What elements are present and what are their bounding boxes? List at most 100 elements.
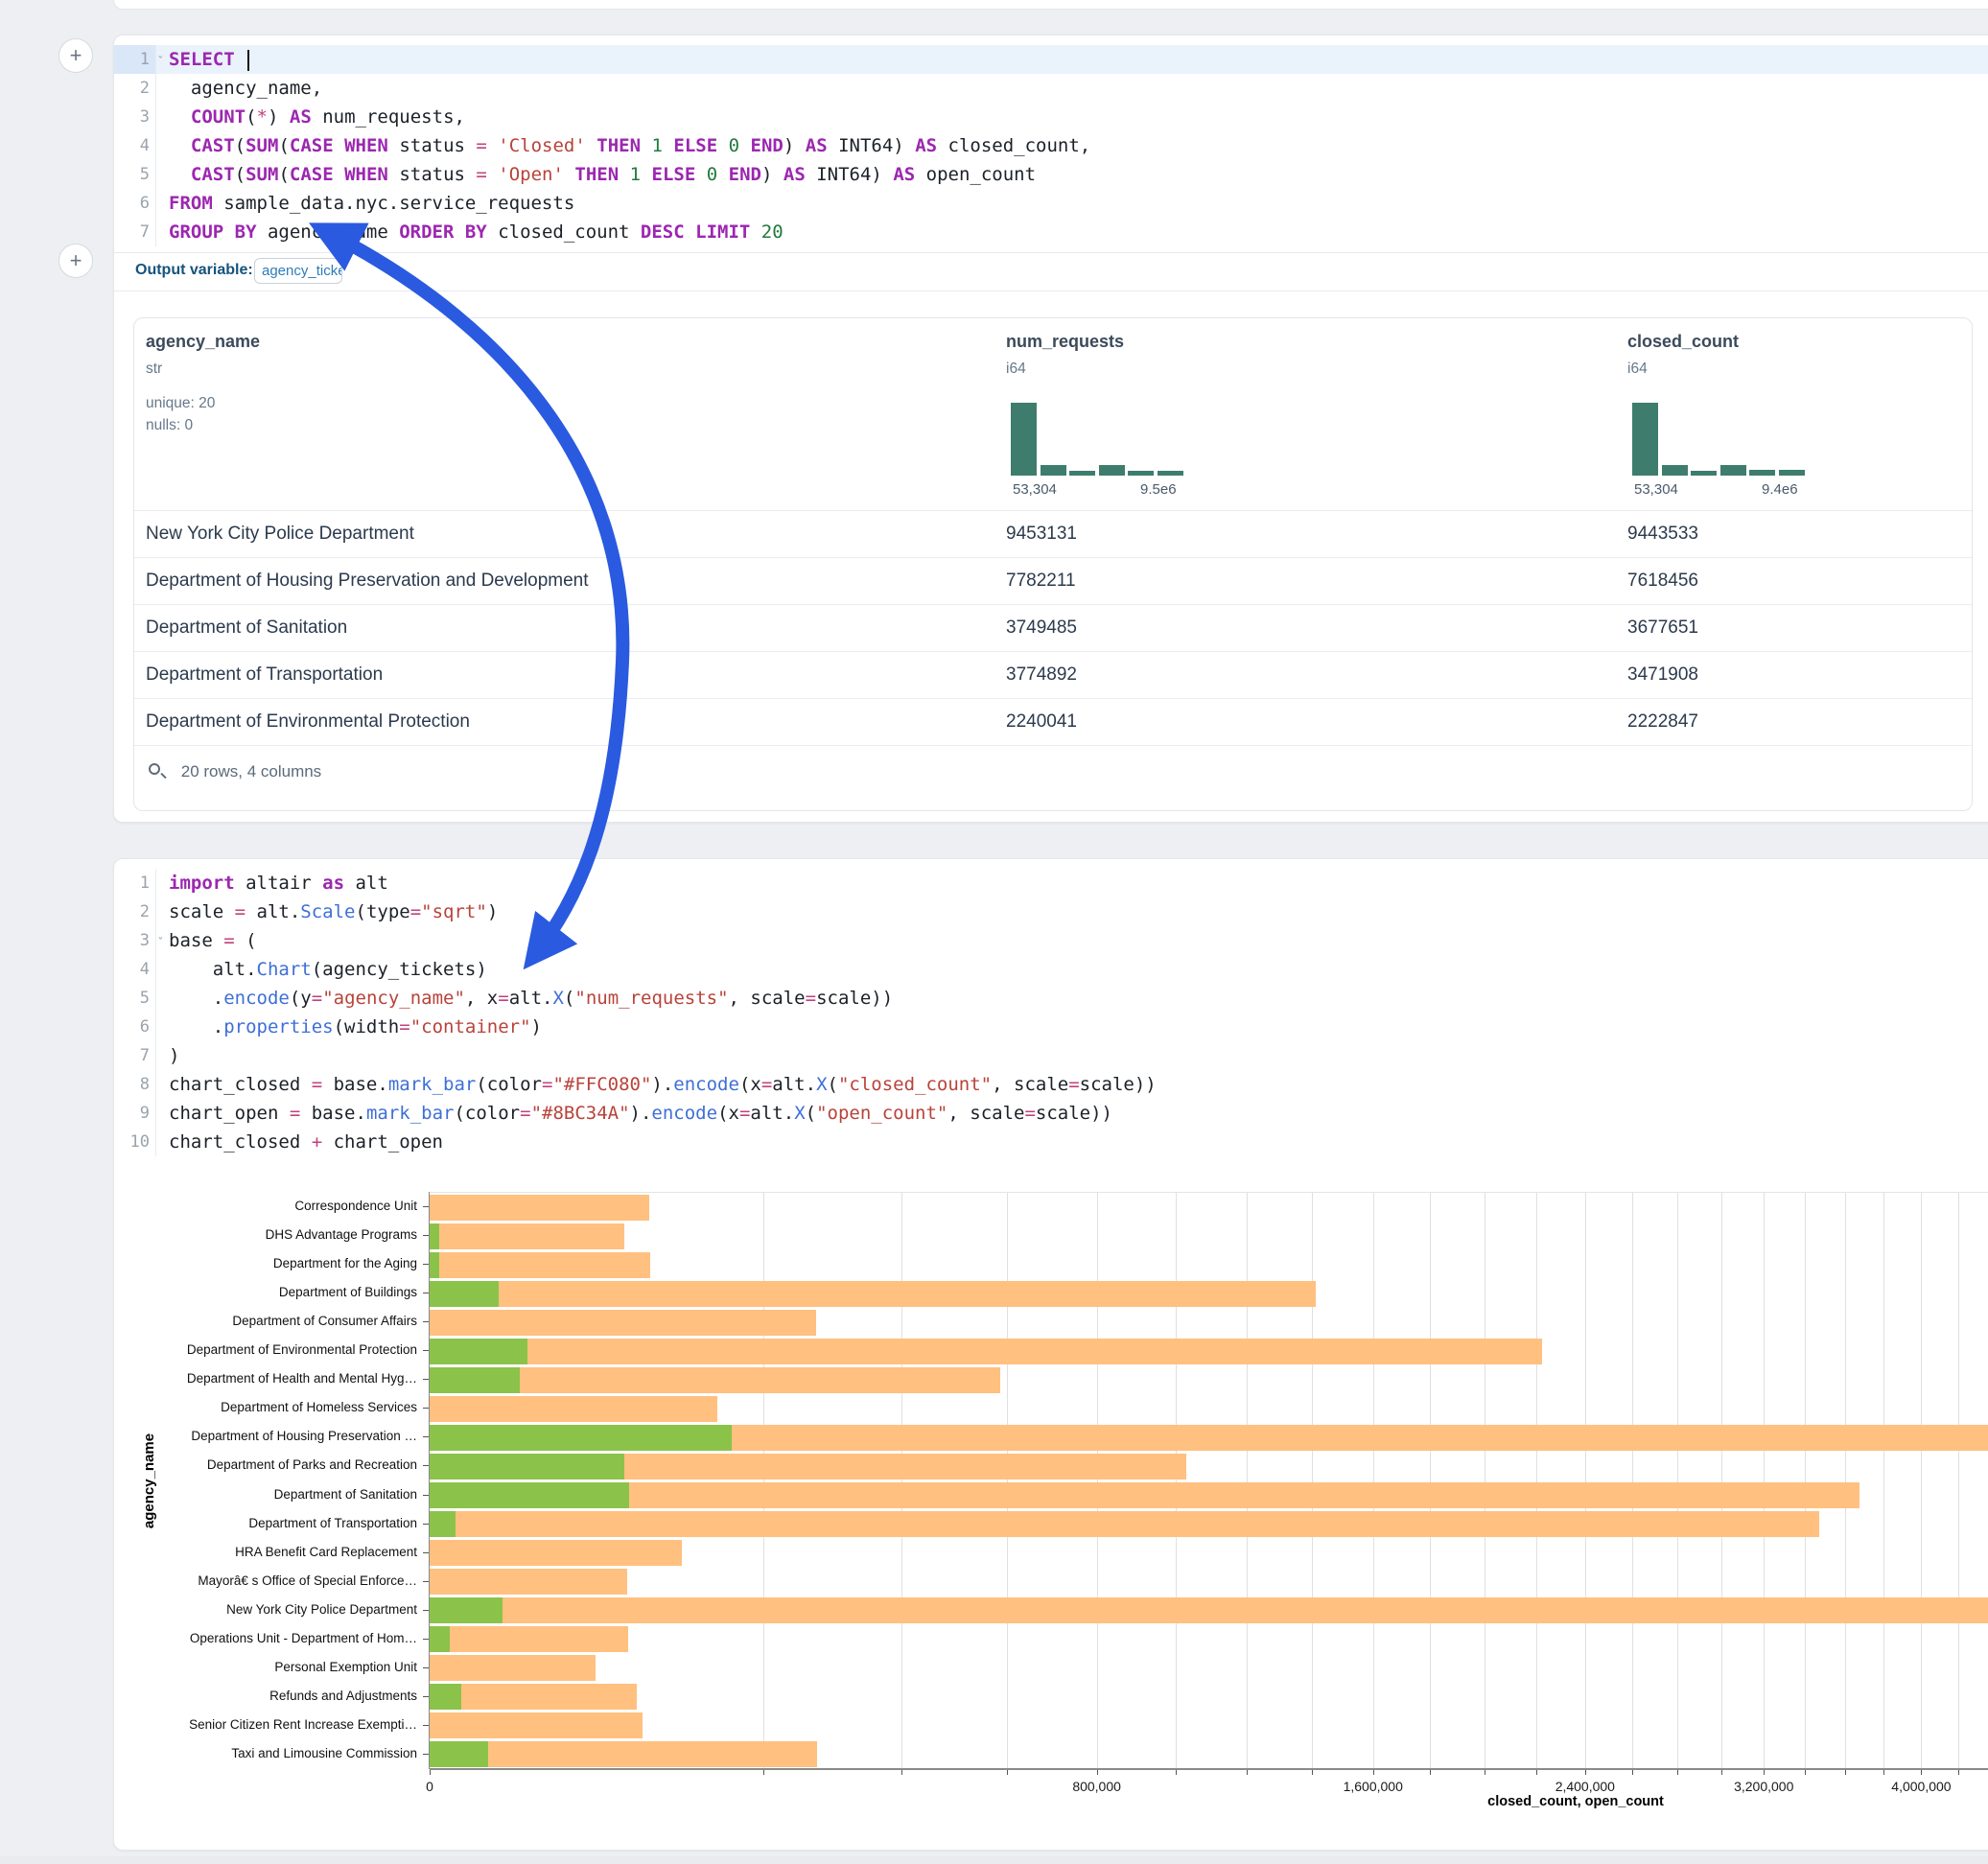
code-line[interactable]: 7) xyxy=(114,1041,1988,1070)
x-axis-tick-label: 2,400,000 xyxy=(1518,1779,1652,1794)
x-axis-tick xyxy=(1312,1770,1313,1775)
histogram-bar xyxy=(1128,471,1154,476)
code-line[interactable]: 4 alt.Chart(agency_tickets) xyxy=(114,955,1988,984)
y-axis-label: Department of Homeless Services xyxy=(114,1393,417,1422)
y-axis-label: Operations Unit - Department of Hom… xyxy=(114,1624,417,1653)
line-number: 3 xyxy=(114,103,156,131)
code-text: chart_closed + chart_open xyxy=(156,1128,1988,1156)
column-name[interactable]: closed_count xyxy=(1627,332,1739,352)
search-icon[interactable] xyxy=(148,762,167,781)
code-text: chart_open = base.mark_bar(color="#8BC34… xyxy=(156,1099,1988,1128)
previous-cell-stub xyxy=(113,0,1988,10)
bar-closed-count xyxy=(430,1339,1542,1364)
code-text: alt.Chart(agency_tickets) xyxy=(156,955,1988,984)
histogram-bar xyxy=(1779,470,1805,476)
code-line[interactable]: 7GROUP BY agency_name ORDER BY closed_co… xyxy=(114,218,1988,246)
x-axis-tick-label: 800,000 xyxy=(1030,1779,1164,1794)
histogram-bar xyxy=(1011,403,1037,476)
y-axis-label: Department for the Aging xyxy=(114,1249,417,1278)
bar-closed-count xyxy=(430,1655,596,1681)
column-name[interactable]: agency_name xyxy=(146,332,260,352)
bar-closed-count xyxy=(430,1569,627,1595)
code-line[interactable]: 10chart_closed + chart_open xyxy=(114,1128,1988,1156)
python-code-editor[interactable]: 1import altair as alt2scale = alt.Scale(… xyxy=(114,869,1988,1156)
sql-code-editor[interactable]: 1ˇSELECT 2 agency_name,3 COUNT(*) AS num… xyxy=(114,45,1988,246)
y-axis-label: Department of Housing Preservation … xyxy=(114,1422,417,1451)
code-text: ) xyxy=(156,1041,1988,1070)
add-cell-button-middle[interactable]: + xyxy=(58,244,93,278)
code-line[interactable]: 8chart_closed = base.mark_bar(color="#FF… xyxy=(114,1070,1988,1099)
line-number: 4 xyxy=(114,955,156,984)
column-dtype: i64 xyxy=(1627,361,1648,378)
y-axis-label: Taxi and Limousine Commission xyxy=(114,1739,417,1768)
code-text: base = ( xyxy=(156,926,1988,955)
table-cell[interactable]: Department of Sanitation xyxy=(146,604,347,651)
histogram-bar xyxy=(1749,470,1775,476)
y-axis-label: Personal Exemption Unit xyxy=(114,1653,417,1682)
altair-chart: agency_name Correspondence UnitDHS Advan… xyxy=(114,1190,1988,1823)
gridline xyxy=(901,1193,902,1768)
histogram-bar xyxy=(1720,465,1746,476)
table-cell[interactable]: 3774892 xyxy=(1006,651,1077,698)
histogram-bar xyxy=(1041,465,1066,476)
table-cell[interactable]: 9443533 xyxy=(1627,510,1698,557)
code-line[interactable]: 4 CAST(SUM(CASE WHEN status = 'Closed' T… xyxy=(114,131,1988,160)
code-line[interactable]: 2 agency_name, xyxy=(114,74,1988,103)
add-cell-button-top[interactable]: + xyxy=(58,38,93,73)
code-line[interactable]: 5 CAST(SUM(CASE WHEN status = 'Open' THE… xyxy=(114,160,1988,189)
code-line[interactable]: 1ˇSELECT xyxy=(114,45,1988,74)
code-line[interactable]: 6FROM sample_data.nyc.service_requests xyxy=(114,189,1988,218)
table-cell[interactable]: 3471908 xyxy=(1627,651,1698,698)
bar-closed-count xyxy=(430,1511,1819,1537)
table-cell[interactable]: 2222847 xyxy=(1627,698,1698,745)
x-axis-tick xyxy=(1536,1770,1537,1775)
code-line[interactable]: 6 .properties(width="container") xyxy=(114,1013,1988,1041)
table-cell[interactable]: 9453131 xyxy=(1006,510,1077,557)
table-cell[interactable]: Department of Transportation xyxy=(146,651,383,698)
gridline xyxy=(1677,1193,1678,1768)
gridline xyxy=(1958,1193,1959,1768)
bar-closed-count xyxy=(430,1195,649,1221)
bar-closed-count xyxy=(430,1713,643,1738)
output-variable-chip[interactable]: agency_tickets xyxy=(254,258,342,284)
table-cell[interactable]: Department of Environmental Protection xyxy=(146,698,470,745)
code-line[interactable]: 3ˇbase = ( xyxy=(114,926,1988,955)
histogram-bar xyxy=(1099,465,1125,476)
x-axis-tick-label: 4,000,000 xyxy=(1854,1779,1988,1794)
table-cell[interactable]: 7618456 xyxy=(1627,557,1698,604)
column-dtype: str xyxy=(146,361,162,378)
line-number: 1ˇ xyxy=(114,45,156,74)
bar-open-count xyxy=(430,1454,624,1480)
bar-closed-count xyxy=(430,1223,624,1249)
gridline xyxy=(1805,1193,1806,1768)
bar-open-count xyxy=(430,1367,520,1393)
fold-chevron-icon[interactable]: ˇ xyxy=(157,928,164,957)
code-line[interactable]: 1import altair as alt xyxy=(114,869,1988,897)
table-cell[interactable]: 3749485 xyxy=(1006,604,1077,651)
table-cell[interactable]: 3677651 xyxy=(1627,604,1698,651)
code-line[interactable]: 9chart_open = base.mark_bar(color="#8BC3… xyxy=(114,1099,1988,1128)
table-cell[interactable]: Department of Housing Preservation and D… xyxy=(146,557,589,604)
code-line[interactable]: 2scale = alt.Scale(type="sqrt") xyxy=(114,897,1988,926)
x-axis-tick xyxy=(1176,1770,1177,1775)
y-axis-label: Department of Health and Mental Hyg… xyxy=(114,1364,417,1393)
code-line[interactable]: 3 COUNT(*) AS num_requests, xyxy=(114,103,1988,131)
column-name[interactable]: num_requests xyxy=(1006,332,1124,352)
x-axis-tick xyxy=(1632,1770,1633,1775)
sql-cell-card: 1ˇSELECT 2 agency_name,3 COUNT(*) AS num… xyxy=(113,35,1988,823)
gridline xyxy=(1883,1193,1884,1768)
table-cell[interactable]: 7782211 xyxy=(1006,557,1076,604)
gridline xyxy=(1097,1193,1098,1768)
output-variable-label: Output variable: xyxy=(135,262,253,279)
bar-open-count xyxy=(430,1281,499,1307)
table-cell[interactable]: 2240041 xyxy=(1006,698,1077,745)
code-text: .encode(y="agency_name", x=alt.X("num_re… xyxy=(156,984,1988,1013)
bar-open-count xyxy=(430,1684,461,1710)
line-number: 3ˇ xyxy=(114,926,156,955)
gridline xyxy=(1721,1193,1722,1768)
row-count-label: 20 rows, 4 columns xyxy=(181,762,321,781)
table-cell[interactable]: New York City Police Department xyxy=(146,510,414,557)
code-line[interactable]: 5 .encode(y="agency_name", x=alt.X("num_… xyxy=(114,984,1988,1013)
gridline xyxy=(1176,1193,1177,1768)
fold-chevron-icon[interactable]: ˇ xyxy=(157,47,164,76)
